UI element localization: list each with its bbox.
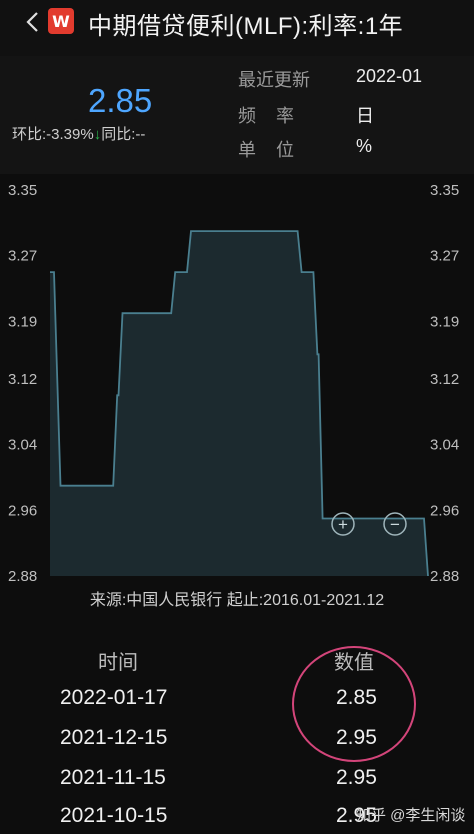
chevron-left-icon bbox=[26, 12, 38, 32]
y-tick-label-left: 3.19 bbox=[8, 313, 37, 330]
y-tick-label-left: 3.27 bbox=[8, 248, 37, 265]
y-tick-label-right: 2.88 bbox=[430, 568, 459, 585]
zoom-out-button-icon[interactable]: − bbox=[390, 515, 400, 534]
y-tick-label-right: 3.12 bbox=[430, 371, 459, 388]
y-tick-label-left: 2.88 bbox=[8, 568, 37, 585]
tb-value: -- bbox=[135, 126, 146, 143]
zoom-in-button-icon[interactable]: + bbox=[338, 515, 348, 534]
y-tick-label-left: 3.35 bbox=[8, 182, 37, 199]
highlight-circle bbox=[292, 646, 416, 762]
page-title: 中期借贷便利(MLF):利率:1年 bbox=[88, 13, 404, 40]
chart-area: 3.35 3.35 3.27 3.27 3.19 3.19 3.12 3.12 3.04 3.04… bbox=[0, 174, 474, 610]
change-ratios: 环比:-3.39%↓同比:-- bbox=[12, 123, 145, 144]
summary-panel: 2.85 环比:-3.39%↓同比:-- 最近更新 2022-01 频 率 日 … bbox=[0, 56, 474, 174]
y-tick-label-left: 2.96 bbox=[8, 502, 37, 519]
row-date: 2021-12-15 bbox=[60, 726, 168, 749]
y-tick-label-left: 3.04 bbox=[8, 437, 37, 454]
row-date: 2021-10-15 bbox=[60, 804, 168, 827]
watermark-text: 知乎 @李生闲谈 bbox=[356, 807, 466, 824]
tb-label: 同比: bbox=[101, 126, 136, 143]
row-date: 2022-01-17 bbox=[60, 686, 168, 709]
y-tick-label-right: 3.27 bbox=[430, 248, 459, 265]
latest-value: 2.85 bbox=[88, 82, 153, 119]
meta-label-frequency: 频 率 bbox=[238, 106, 295, 126]
y-tick-label-right: 2.96 bbox=[430, 502, 459, 519]
hb-label: 环比: bbox=[12, 126, 47, 143]
back-button[interactable] bbox=[22, 10, 42, 34]
header-bar: W 中期借贷便利(MLF):利率:1年 bbox=[0, 0, 474, 56]
y-tick-label-right: 3.19 bbox=[430, 313, 459, 330]
y-tick-label-left: 3.12 bbox=[8, 371, 37, 388]
column-header-time: 时间 bbox=[98, 652, 138, 674]
y-tick-label-right: 3.35 bbox=[430, 182, 459, 199]
rate-chart: 3.35 3.35 3.27 3.27 3.19 3.19 3.12 3.12 3.04 3.04… bbox=[8, 182, 459, 585]
series-area bbox=[50, 231, 428, 576]
hb-value: -3.39% bbox=[46, 126, 94, 143]
meta-value-updated: 2022-01 bbox=[356, 66, 423, 86]
row-date: 2021-11-15 bbox=[60, 766, 166, 789]
y-tick-label-right: 3.04 bbox=[430, 437, 459, 454]
source-text: 来源:中国人民银行 起止:2016.01-2021.12 bbox=[89, 592, 385, 609]
app-logo-icon: W bbox=[48, 8, 74, 34]
meta-label-updated: 最近更新 bbox=[238, 70, 310, 90]
row-value: 2.95 bbox=[336, 766, 377, 789]
meta-label-unit: 单 位 bbox=[238, 140, 295, 160]
meta-value-unit: % bbox=[356, 136, 373, 156]
meta-value-frequency: 日 bbox=[356, 106, 374, 126]
